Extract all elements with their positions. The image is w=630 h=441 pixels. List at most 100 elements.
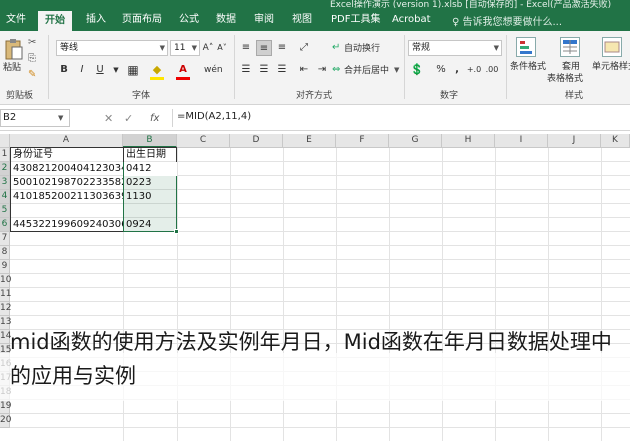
- tab-review[interactable]: 审阅: [254, 13, 274, 27]
- tab-formulas[interactable]: 公式: [179, 13, 199, 27]
- tab-page-layout[interactable]: 页面布局: [122, 13, 162, 27]
- row-header[interactable]: 12: [0, 302, 11, 316]
- column-header-h[interactable]: H: [442, 134, 495, 148]
- cell-b2[interactable]: 0412: [124, 162, 177, 176]
- align-left-icon[interactable]: ☰: [238, 62, 254, 78]
- tab-data[interactable]: 数据: [216, 13, 236, 27]
- paste-button[interactable]: 粘贴: [3, 62, 21, 74]
- cell-a4[interactable]: 410185200211303639: [11, 190, 123, 204]
- row-header[interactable]: 5: [0, 204, 10, 218]
- tab-insert[interactable]: 插入: [86, 13, 106, 27]
- select-all-button[interactable]: [0, 134, 10, 148]
- conditional-formatting-button[interactable]: 条件格式: [510, 61, 546, 73]
- align-bottom-icon[interactable]: ≡: [274, 40, 290, 56]
- paste-icon[interactable]: [4, 37, 24, 61]
- column-header-c[interactable]: C: [177, 134, 230, 148]
- row-header[interactable]: 10: [0, 274, 11, 288]
- row-header[interactable]: 19: [0, 400, 11, 414]
- format-as-table-label-1[interactable]: 套用: [562, 61, 580, 73]
- borders-icon[interactable]: ▦: [126, 62, 140, 78]
- copy-icon[interactable]: ⎘: [28, 53, 36, 64]
- cell-a1[interactable]: 身份证号: [11, 148, 123, 162]
- column-header-j[interactable]: J: [548, 134, 601, 148]
- wrap-text-button[interactable]: 自动换行: [344, 43, 380, 55]
- tab-home[interactable]: 开始: [38, 11, 72, 31]
- format-as-table-label-2[interactable]: 表格格式: [547, 73, 583, 85]
- orientation-icon[interactable]: ⤢: [296, 40, 312, 56]
- column-header-d[interactable]: D: [230, 134, 283, 148]
- underline-button[interactable]: U: [94, 62, 106, 78]
- column-header-k[interactable]: K: [601, 134, 630, 148]
- column-header-a[interactable]: A: [10, 134, 123, 148]
- chevron-down-icon[interactable]: ▼: [112, 62, 120, 78]
- row-header[interactable]: 8: [0, 246, 10, 260]
- tab-acrobat[interactable]: Acrobat: [392, 13, 431, 27]
- align-middle-icon[interactable]: ≡: [256, 40, 272, 56]
- row-header[interactable]: 13: [0, 316, 11, 330]
- tab-file[interactable]: 文件: [6, 13, 26, 27]
- cell-a6[interactable]: 445322199609240306: [11, 218, 123, 232]
- row-header[interactable]: 9: [0, 260, 10, 274]
- italic-button[interactable]: I: [76, 62, 88, 78]
- cell-b6[interactable]: 0924: [124, 218, 177, 232]
- column-header-g[interactable]: G: [389, 134, 442, 148]
- indent-increase-icon[interactable]: ⇥: [314, 62, 330, 78]
- font-name-select[interactable]: 等线 ▼: [56, 40, 168, 56]
- format-as-table-icon[interactable]: [560, 37, 580, 57]
- number-format-select[interactable]: 常规 ▼: [408, 40, 502, 56]
- cell-styles-button[interactable]: 单元格样式: [592, 61, 630, 73]
- decrease-decimal-icon[interactable]: .00: [484, 62, 500, 78]
- cut-icon[interactable]: ✂: [28, 37, 36, 48]
- row-header[interactable]: 2: [0, 162, 10, 176]
- phonetic-button[interactable]: wén: [204, 62, 223, 78]
- cell-a2[interactable]: 430821200404123034: [11, 162, 123, 176]
- enter-icon[interactable]: ✓: [124, 112, 133, 125]
- align-top-icon[interactable]: ≡: [238, 40, 254, 56]
- row-header[interactable]: 14: [0, 330, 11, 344]
- cell-b4[interactable]: 1130: [124, 190, 177, 204]
- format-painter-icon[interactable]: ✎: [28, 69, 36, 80]
- conditional-formatting-icon[interactable]: [516, 37, 536, 57]
- row-header[interactable]: 6: [0, 218, 10, 232]
- row-header[interactable]: 11: [0, 288, 11, 302]
- tab-pdf-tools[interactable]: PDF工具集: [331, 13, 380, 27]
- insert-function-button[interactable]: fx: [150, 113, 159, 124]
- article-caption: mid函数的使用方法及实例年月日，Mid函数在年月日数据处理中的应用与实例: [10, 330, 612, 388]
- merge-center-button[interactable]: 合并后居中: [344, 65, 389, 77]
- cell-b3[interactable]: 0223: [124, 176, 177, 190]
- row-header[interactable]: 4: [0, 190, 10, 204]
- cell-a3[interactable]: 500102198702233582: [11, 176, 123, 190]
- comma-button[interactable]: ,: [452, 62, 462, 78]
- currency-icon[interactable]: 💲: [408, 62, 426, 78]
- align-center-icon[interactable]: ☰: [256, 62, 272, 78]
- cell-b1[interactable]: 出生日期: [124, 148, 177, 162]
- tab-view[interactable]: 视图: [292, 13, 312, 27]
- row-header[interactable]: 20: [0, 414, 11, 428]
- column-header-i[interactable]: I: [495, 134, 548, 148]
- decrease-font-icon[interactable]: A˅: [216, 40, 228, 56]
- font-color-icon[interactable]: A: [176, 62, 190, 78]
- row-header[interactable]: 1: [0, 148, 10, 162]
- bold-button[interactable]: B: [58, 62, 70, 78]
- cell-styles-icon[interactable]: [602, 37, 622, 57]
- align-right-icon[interactable]: ☰: [274, 62, 290, 78]
- row-header[interactable]: 7: [0, 232, 10, 246]
- document-title: Excel操作演示 (version 1).xlsb [自动保存的] - Exc…: [330, 0, 612, 10]
- cancel-icon[interactable]: ✕: [104, 112, 113, 125]
- column-header-b[interactable]: B: [123, 134, 177, 148]
- row-header[interactable]: 3: [0, 176, 10, 190]
- tell-me-search[interactable]: ♀ 告诉我您想要做什么...: [452, 13, 562, 28]
- fill-color-icon[interactable]: ◆: [150, 62, 164, 78]
- increase-font-icon[interactable]: A˄: [202, 40, 214, 56]
- indent-decrease-icon[interactable]: ⇤: [296, 62, 312, 78]
- percent-button[interactable]: %: [434, 62, 448, 78]
- column-header-f[interactable]: F: [336, 134, 389, 148]
- increase-decimal-icon[interactable]: +.0: [466, 62, 482, 78]
- column-header-e[interactable]: E: [283, 134, 336, 148]
- wrap-text-icon[interactable]: ↵: [332, 42, 340, 53]
- font-size-select[interactable]: 11 ▼: [170, 40, 200, 56]
- formula-input[interactable]: =MID(A2,11,4): [172, 109, 630, 127]
- chevron-down-icon[interactable]: ▼: [394, 66, 399, 74]
- chevron-down-icon[interactable]: ▼: [58, 114, 63, 122]
- merge-center-icon[interactable]: ⇔: [332, 64, 340, 75]
